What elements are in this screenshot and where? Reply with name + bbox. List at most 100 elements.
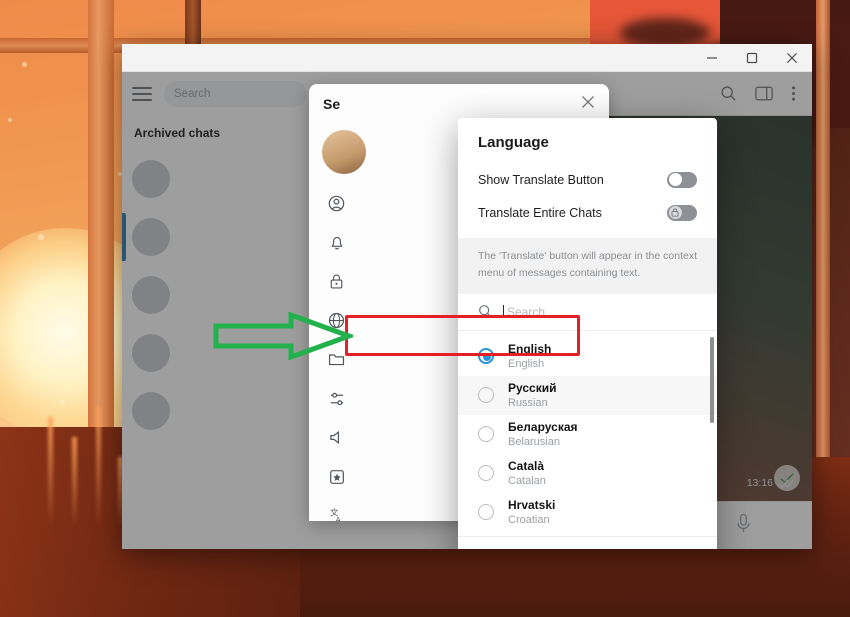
language-option[interactable]: Беларуская Belarusian [458,415,717,454]
translate-entire-chats-row[interactable]: Translate Entire Chats [458,196,717,229]
language-option-text: Català Catalan [508,459,546,487]
window-titlebar [122,44,812,72]
chat-search-input[interactable]: Search [164,81,307,107]
avatar [132,276,170,314]
radio-button[interactable] [478,465,494,482]
chat-item-meta [178,236,299,239]
wallpaper-curtain-highlight [48,417,53,527]
chat-list-item[interactable] [122,208,317,266]
language-native-name: Русский [508,381,557,396]
avatar [132,218,170,256]
search-icon [478,304,493,319]
language-option-text: Hrvatski Croatian [508,498,555,526]
language-list-scrollbar[interactable] [710,336,714,423]
archived-chats-label[interactable]: Archived chats [122,116,317,150]
language-option-text: Русский Russian [508,381,557,409]
language-option-text: Беларуская Belarusian [508,420,578,448]
show-translate-button-label: Show Translate Button [478,172,604,187]
chat-search-placeholder: Search [174,88,211,100]
language-list: English English Русский Russian Беларуск… [458,331,717,536]
avatar [132,160,170,198]
avatar [132,334,170,372]
radio-button[interactable] [478,348,494,365]
wallpaper-window-frame [816,0,830,470]
wallpaper-spark [38,234,44,240]
chat-list-column: Search Archived chats [122,72,317,549]
language-native-name: Беларуская [508,420,578,435]
language-native-name: Català [508,459,545,474]
language-list-scroll[interactable]: English English Русский Russian Беларуск… [458,331,717,537]
message-time-text: 13:16 [746,477,773,489]
language-option-text: English English [508,342,551,370]
chat-list-item[interactable] [122,324,317,382]
chat-item-meta [178,294,299,297]
wallpaper-spark [8,118,12,122]
double-check-icon [778,479,794,488]
wallpaper-window-frame [88,0,114,470]
chat-list-item[interactable] [122,266,317,324]
globe-icon [327,311,346,330]
avatar [132,392,170,430]
language-dialog-footer: OK [458,537,717,549]
close-button[interactable] [772,44,812,72]
search-icon[interactable] [720,85,737,102]
lock-icon [671,208,679,217]
text-caret [503,305,504,319]
radio-button[interactable] [478,387,494,404]
translate-entire-chats-label: Translate Entire Chats [478,205,602,220]
translate-note: The 'Translate' button will appear in th… [458,238,717,294]
sticker-icon [327,467,346,486]
speaker-icon [327,428,346,447]
maximize-button[interactable] [732,44,772,72]
language-option[interactable]: Русский Russian [458,375,717,415]
radio-button[interactable] [478,426,494,443]
close-icon[interactable] [581,95,595,114]
language-english-name: English [508,358,545,371]
wallpaper-curtain-highlight [72,437,77,527]
sidebar-panel-icon[interactable] [755,85,773,102]
more-vertical-icon[interactable] [791,85,796,102]
chat-item-meta [178,352,299,355]
show-translate-button-row[interactable]: Show Translate Button [458,163,717,196]
language-english-name: Belarusian [508,436,560,449]
language-english-name: Croatian [508,514,550,527]
language-native-name: English [508,342,552,357]
desktop-wallpaper: Search Archived chats 13:16 Se 文 A Langu… [0,0,850,617]
chat-list-item[interactable] [122,382,317,440]
translate-icon: 文A [327,506,346,522]
language-search-field[interactable]: Search [458,294,717,331]
translate-entire-chats-toggle[interactable] [667,204,697,221]
account-icon [327,194,346,213]
chat-item-meta [178,178,299,181]
messenger-window: Search Archived chats 13:16 Se 文 A Langu… [122,44,812,549]
hamburger-menu-icon[interactable] [132,87,152,101]
folder-icon [327,350,346,369]
bell-icon [327,233,346,252]
settings-title: Se [323,96,341,112]
sliders-icon [327,389,346,408]
minimize-button[interactable] [692,44,732,72]
chat-list-item[interactable] [122,150,317,208]
toggle-knob [668,206,682,219]
avatar[interactable] [322,130,366,174]
wallpaper-spark [22,62,27,67]
microphone-icon[interactable] [735,513,752,539]
language-search-placeholder: Search [507,304,546,319]
chat-list-toolbar: Search [122,72,317,116]
language-option[interactable]: English English [458,337,717,376]
language-english-name: Catalan [508,475,546,488]
wallpaper-spark [60,400,65,405]
svg-text:A: A [335,515,340,521]
language-option[interactable]: Hrvatski Croatian [458,493,717,532]
language-dialog-title: Language [478,134,549,151]
toggle-knob [668,173,682,186]
lock-icon [327,272,346,291]
chat-item-meta [178,410,299,413]
language-native-name: Hrvatski [508,498,556,513]
radio-button[interactable] [478,504,494,521]
show-translate-button-toggle[interactable] [667,171,697,188]
language-english-name: Russian [508,397,548,410]
language-option[interactable]: Català Catalan [458,454,717,493]
message-timestamp: 13:16 [747,477,794,489]
language-dialog: Language Show Translate Button Translate… [458,118,717,549]
